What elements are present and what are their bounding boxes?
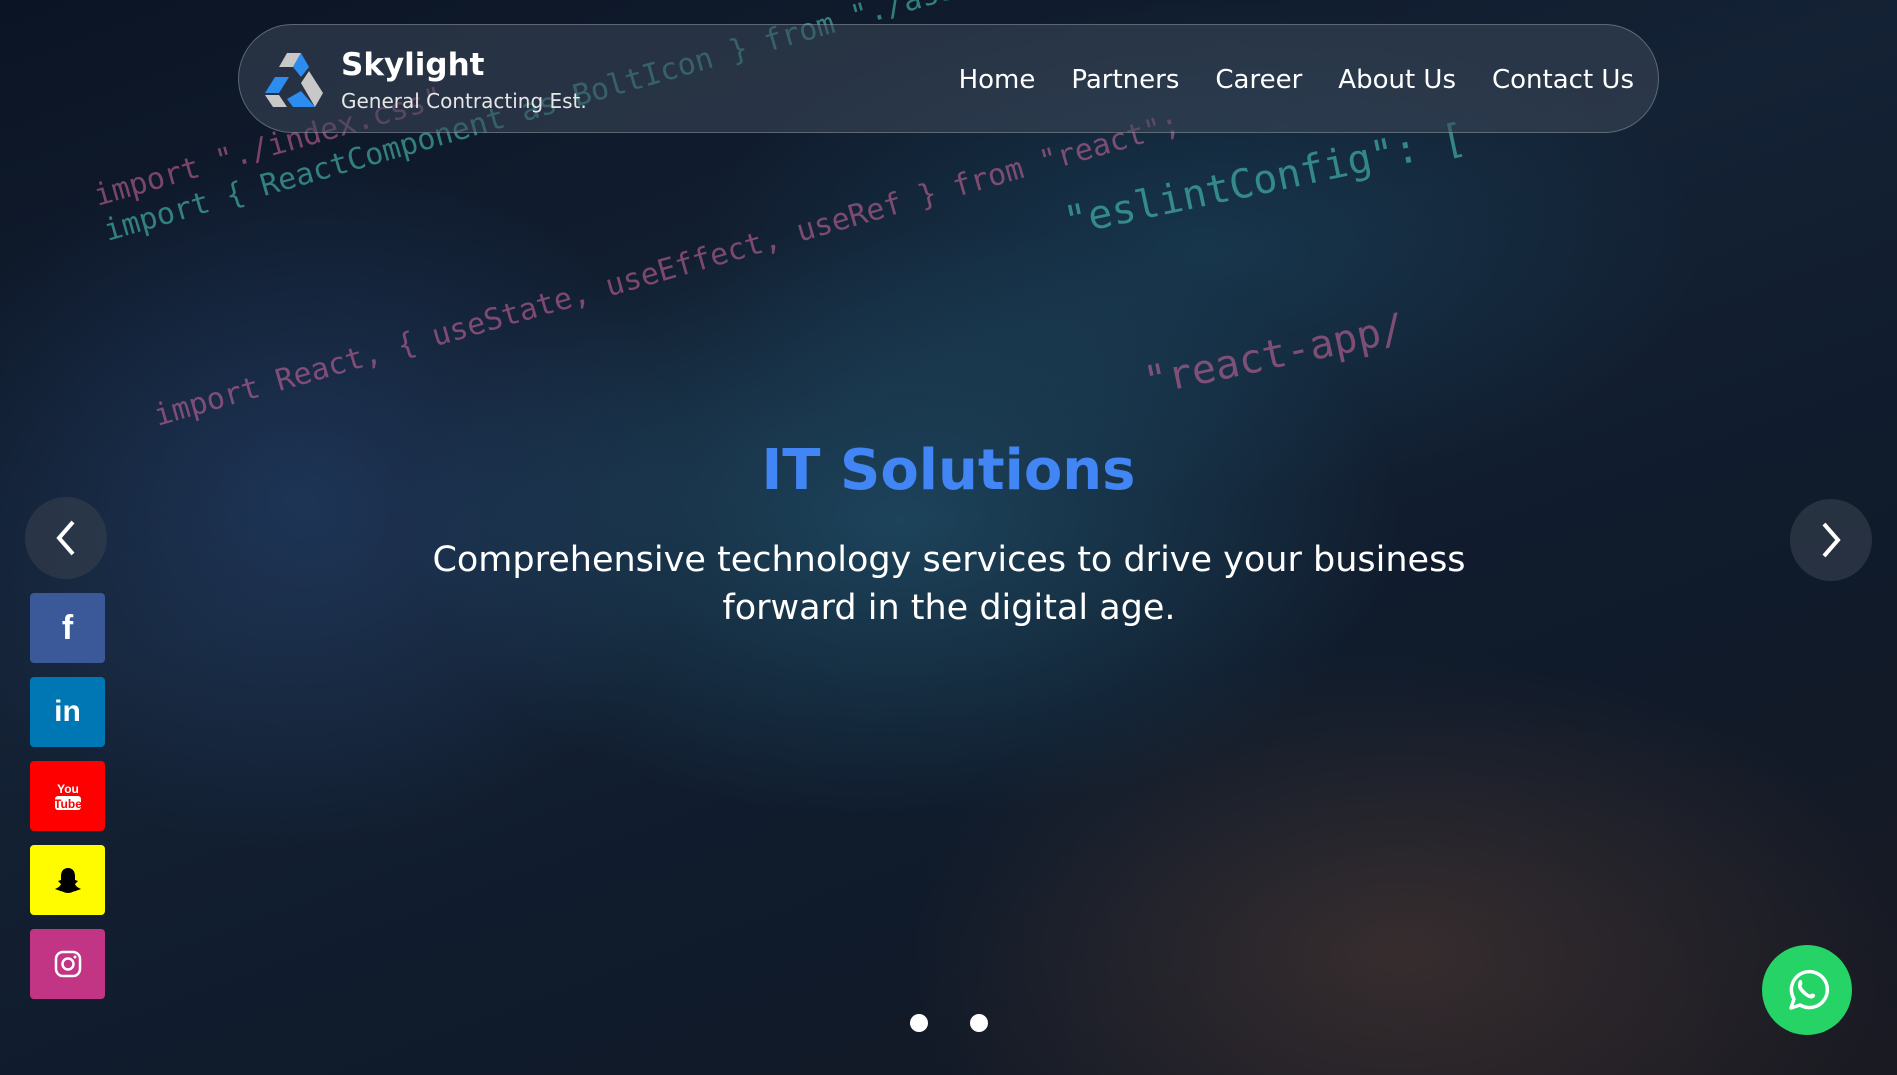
linkedin-button[interactable]: in (30, 677, 105, 747)
nav-about-us[interactable]: About Us (1338, 65, 1456, 95)
svg-text:Tube: Tube (54, 797, 82, 811)
nav-partners[interactable]: Partners (1071, 65, 1179, 95)
brand-name[interactable]: Skylight (341, 47, 484, 83)
youtube-icon: YouTube (54, 782, 82, 811)
next-slide-button[interactable] (1790, 499, 1872, 581)
brand-tagline: General Contracting Est. (341, 89, 587, 113)
instagram-button[interactable] (30, 929, 105, 999)
svg-text:You: You (57, 782, 79, 796)
linkedin-icon: in (54, 695, 81, 728)
navbar: Skylight General Contracting Est. Home P… (238, 24, 1659, 133)
chevron-left-icon (56, 520, 75, 556)
whatsapp-button[interactable] (1762, 945, 1852, 1035)
slide-indicator-2[interactable] (970, 1014, 988, 1032)
facebook-button[interactable]: f (30, 593, 105, 663)
background-code: "react-app/ (1140, 304, 1409, 405)
snapchat-ghost-icon (54, 868, 81, 893)
nav-home[interactable]: Home (959, 65, 1036, 95)
facebook-icon: f (61, 608, 74, 647)
nav-contact-us[interactable]: Contact Us (1492, 65, 1634, 95)
instagram-icon (54, 950, 81, 978)
hero-subtitle: Comprehensive technology services to dri… (432, 540, 1466, 628)
whatsapp-icon (1789, 969, 1830, 1010)
youtube-button[interactable]: You Tube (30, 761, 105, 831)
chevron-right-icon (1822, 522, 1841, 558)
skylight-logo-icon (265, 53, 323, 107)
hero-title: IT Solutions (761, 438, 1136, 503)
slide-indicator-1[interactable] (910, 1014, 928, 1032)
prev-slide-button[interactable] (25, 497, 107, 579)
nav-career[interactable]: Career (1215, 65, 1302, 95)
snapchat-button[interactable] (30, 845, 105, 915)
